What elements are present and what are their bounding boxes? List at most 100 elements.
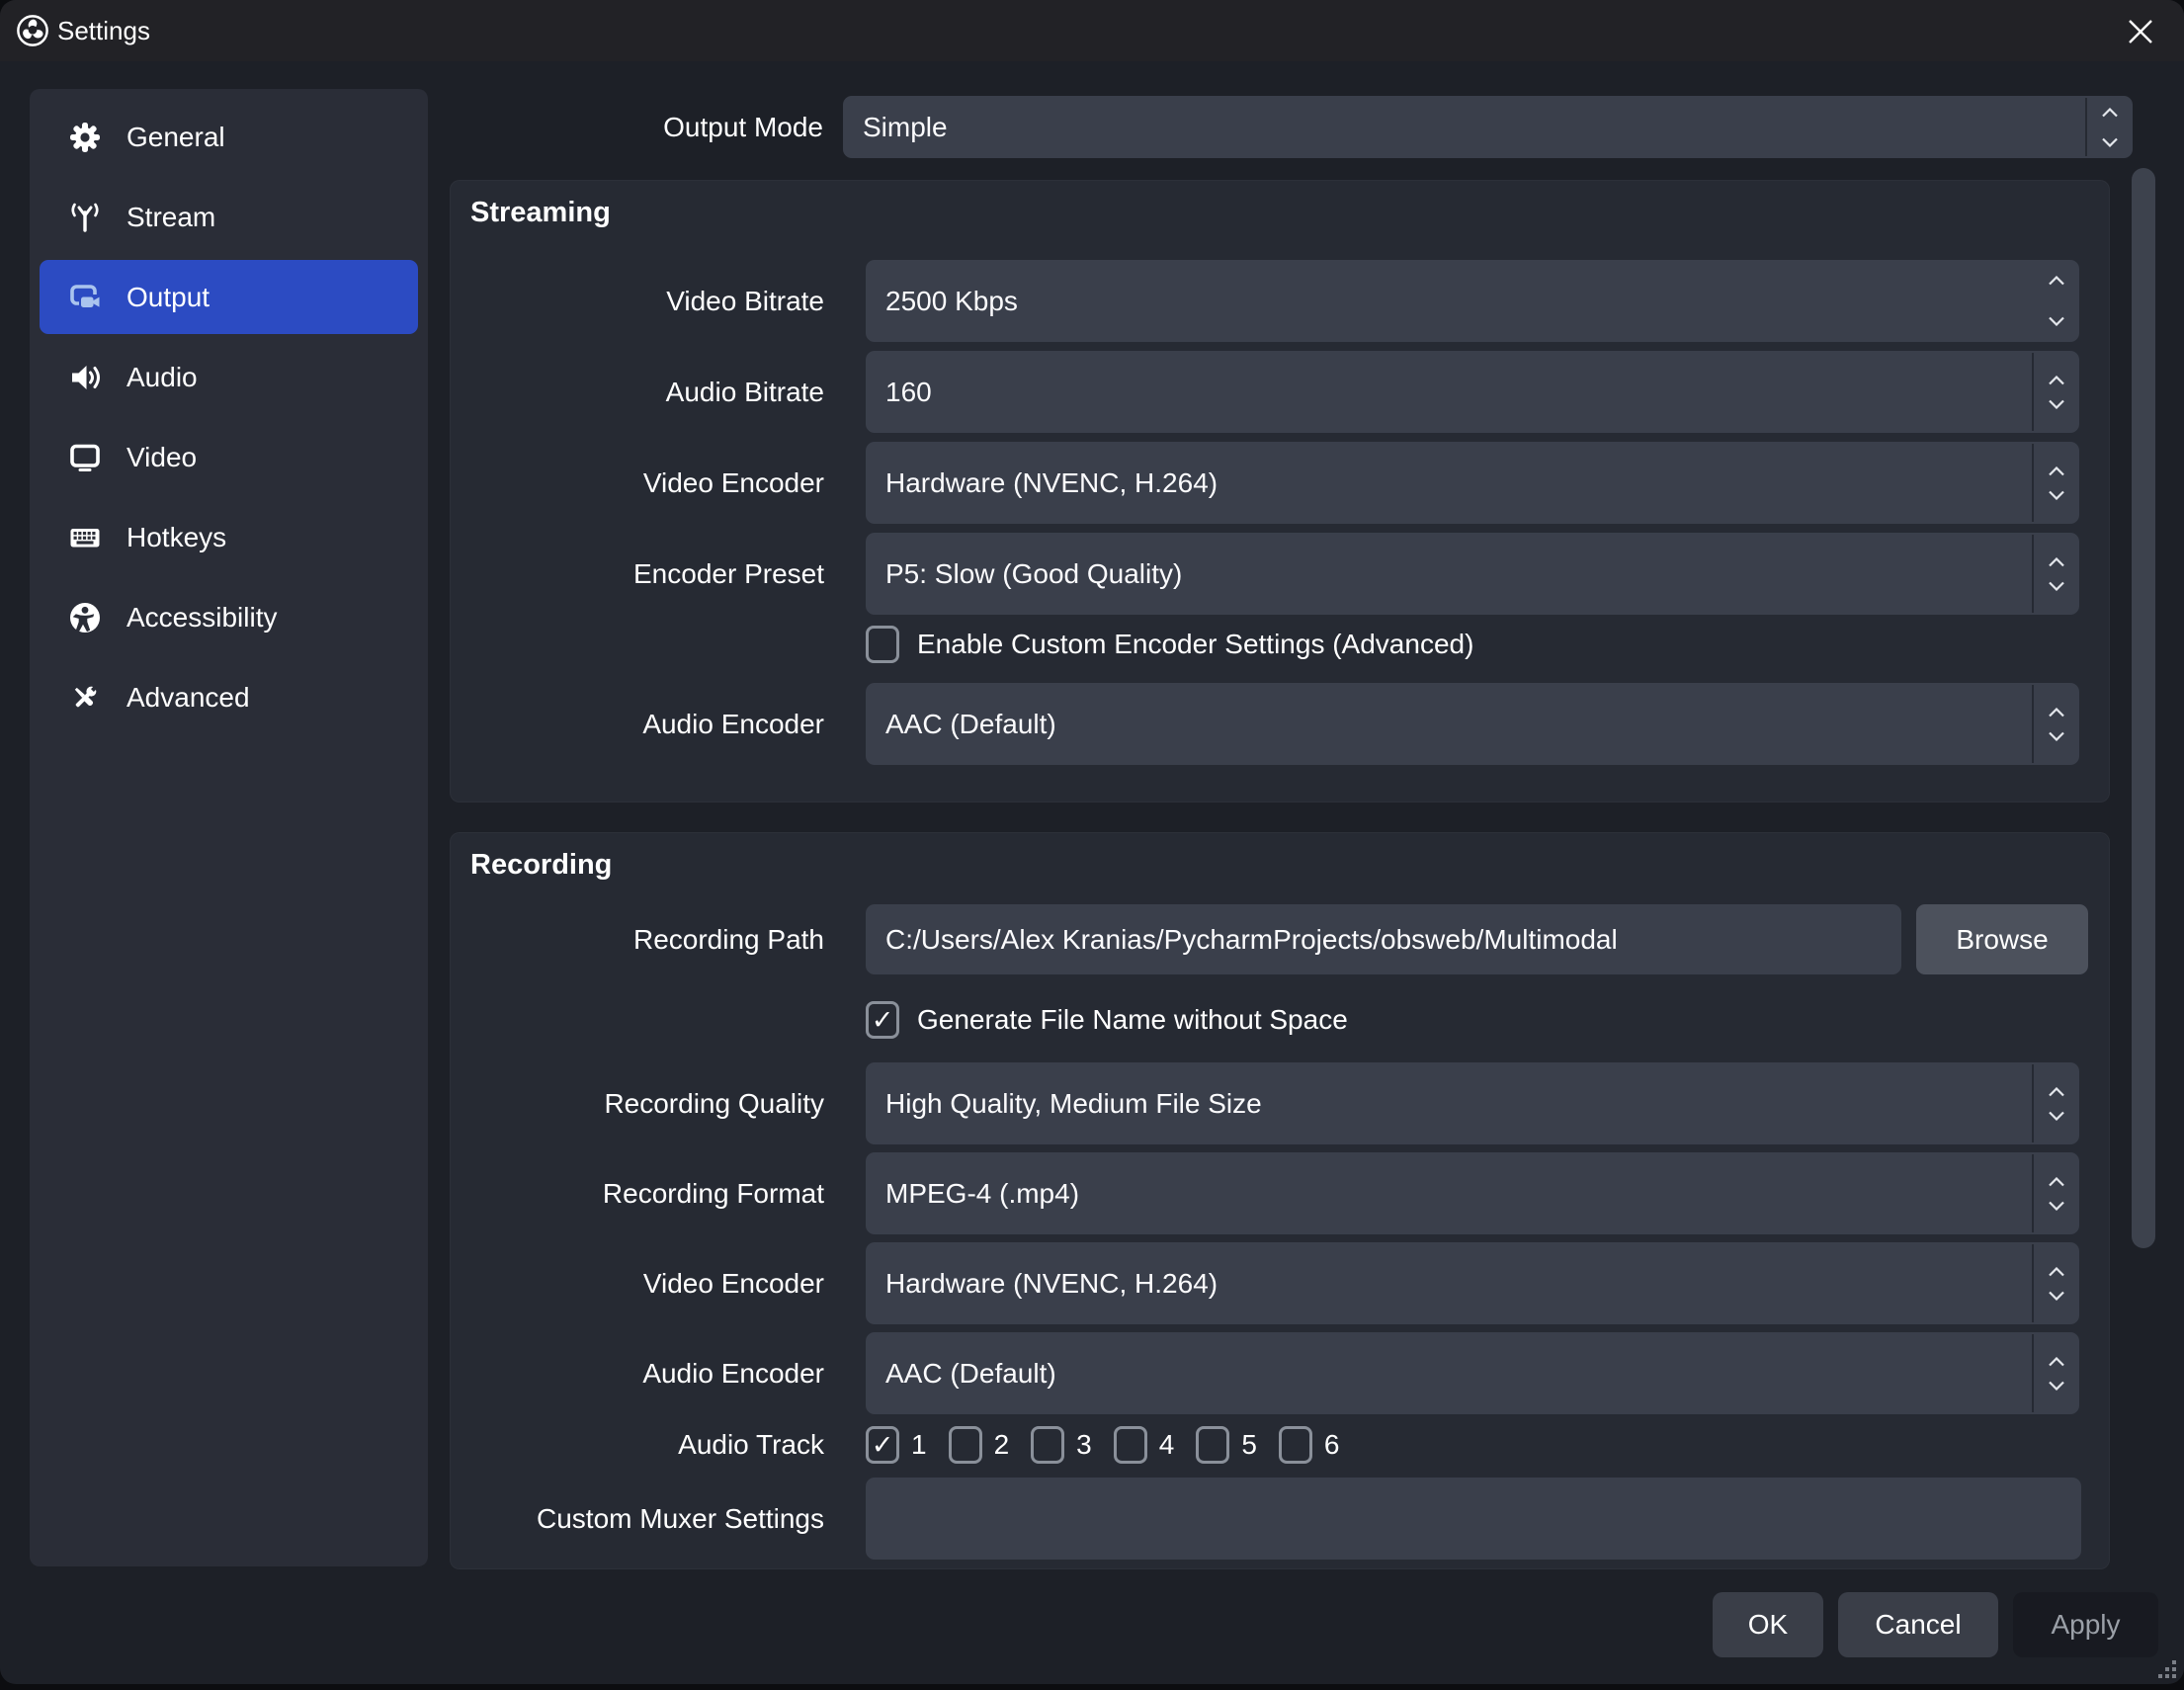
recording-quality-label: Recording Quality xyxy=(451,1062,846,1144)
chevron-down-icon xyxy=(2048,581,2065,591)
generate-filename-checkbox[interactable]: ✓ xyxy=(866,1001,899,1039)
audio-track-2-checkbox[interactable]: ✓ xyxy=(949,1426,982,1464)
sidebar-item-hotkeys[interactable]: Hotkeys xyxy=(40,500,418,574)
recording-format-value: MPEG-4 (.mp4) xyxy=(885,1178,1079,1210)
sidebar-item-audio[interactable]: Audio xyxy=(40,340,418,414)
chevron-down-icon xyxy=(2048,1381,2065,1391)
sidebar-item-label: Accessibility xyxy=(126,602,277,634)
chevron-down-icon xyxy=(2101,137,2119,147)
audio-bitrate-row: Audio Bitrate 160 xyxy=(451,351,2109,433)
monitor-icon xyxy=(67,440,103,475)
sidebar-item-label: Advanced xyxy=(126,682,250,714)
rec-audio-encoder-select[interactable]: AAC (Default) xyxy=(866,1332,2079,1414)
tools-icon xyxy=(67,680,103,716)
sidebar-item-label: Hotkeys xyxy=(126,522,226,553)
audio-track-label: Audio Track xyxy=(451,1424,846,1466)
sidebar-item-general[interactable]: General xyxy=(40,100,418,174)
output-mode-row: Output Mode Simple xyxy=(450,96,2133,158)
sidebar-item-output[interactable]: Output xyxy=(40,260,418,334)
recording-format-select[interactable]: MPEG-4 (.mp4) xyxy=(866,1152,2079,1234)
sidebar-item-label: Output xyxy=(126,282,210,313)
check-icon: ✓ xyxy=(872,1007,894,1034)
stream-video-encoder-select[interactable]: Hardware (NVENC, H.264) xyxy=(866,442,2079,524)
sidebar-item-video[interactable]: Video xyxy=(40,420,418,494)
rec-video-encoder-row: Video Encoder Hardware (NVENC, H.264) xyxy=(451,1242,2109,1324)
antenna-icon xyxy=(67,200,103,235)
resize-grip-icon[interactable] xyxy=(2158,1660,2178,1680)
close-button[interactable] xyxy=(2119,12,2162,51)
audio-track-number: 6 xyxy=(1324,1429,1340,1461)
custom-muxer-row: Custom Muxer Settings xyxy=(451,1478,2109,1560)
close-icon xyxy=(2128,19,2153,44)
recording-section: Recording Recording Path Browse ✓ Genera… xyxy=(450,832,2110,1569)
audio-track-5: ✓ 5 xyxy=(1196,1426,1257,1464)
browse-button[interactable]: Browse xyxy=(1916,904,2088,974)
audio-track-row: Audio Track ✓ 1 ✓ 2 ✓ 3 ✓ 4 xyxy=(451,1424,2109,1466)
audio-track-4-checkbox[interactable]: ✓ xyxy=(1114,1426,1147,1464)
recording-path-row: Recording Path Browse xyxy=(451,904,2109,974)
audio-bitrate-label: Audio Bitrate xyxy=(451,351,846,433)
audio-track-3: ✓ 3 xyxy=(1031,1426,1092,1464)
custom-muxer-label: Custom Muxer Settings xyxy=(451,1478,846,1560)
video-encoder-label: Video Encoder xyxy=(451,1242,846,1324)
audio-track-1: ✓ 1 xyxy=(866,1426,927,1464)
chevron-up-icon xyxy=(2048,1177,2065,1187)
video-bitrate-row: Video Bitrate 2500 Kbps xyxy=(451,260,2109,342)
streaming-header: Streaming xyxy=(470,197,611,229)
audio-track-number: 2 xyxy=(994,1429,1010,1461)
chevron-up-icon xyxy=(2048,557,2065,567)
encoder-preset-value: P5: Slow (Good Quality) xyxy=(885,558,1182,590)
sidebar: General Stream Out xyxy=(30,89,428,1566)
streaming-section: Streaming Video Bitrate 2500 Kbps Audio … xyxy=(450,180,2110,803)
video-encoder-value: Hardware (NVENC, H.264) xyxy=(885,1268,1218,1300)
audio-bitrate-spinner[interactable]: 160 xyxy=(866,351,2079,433)
custom-muxer-input[interactable] xyxy=(866,1478,2081,1560)
window-title: Settings xyxy=(57,16,150,46)
sidebar-item-label: Video xyxy=(126,442,197,473)
encoder-preset-row: Encoder Preset P5: Slow (Good Quality) xyxy=(451,533,2109,615)
output-display-icon xyxy=(67,280,103,315)
chevron-up-icon xyxy=(2048,1267,2065,1277)
vertical-scrollbar-thumb[interactable] xyxy=(2132,168,2155,1248)
recording-path-input[interactable] xyxy=(866,904,1901,974)
recording-quality-select[interactable]: High Quality, Medium File Size xyxy=(866,1062,2079,1144)
generate-filename-row: ✓ Generate File Name without Space xyxy=(866,999,2184,1041)
audio-track-5-checkbox[interactable]: ✓ xyxy=(1196,1426,1229,1464)
chevron-down-icon xyxy=(2048,1111,2065,1121)
speaker-icon xyxy=(67,360,103,395)
output-mode-label: Output Mode xyxy=(450,96,845,158)
output-mode-select[interactable]: Simple xyxy=(843,96,2133,158)
encoder-preset-select[interactable]: P5: Slow (Good Quality) xyxy=(866,533,2079,615)
apply-button[interactable]: Apply xyxy=(2013,1592,2158,1657)
sidebar-item-advanced[interactable]: Advanced xyxy=(40,660,418,734)
sidebar-item-stream[interactable]: Stream xyxy=(40,180,418,254)
audio-track-6-checkbox[interactable]: ✓ xyxy=(1279,1426,1312,1464)
gear-icon xyxy=(67,120,103,155)
chevron-up-icon xyxy=(2048,1357,2065,1367)
cancel-button[interactable]: Cancel xyxy=(1838,1592,1998,1657)
video-encoder-value: Hardware (NVENC, H.264) xyxy=(885,467,1218,499)
spin-up-icon xyxy=(2048,376,2065,385)
sidebar-item-label: General xyxy=(126,122,225,153)
rec-video-encoder-select[interactable]: Hardware (NVENC, H.264) xyxy=(866,1242,2079,1324)
spin-down-icon xyxy=(2048,316,2065,326)
encoder-preset-label: Encoder Preset xyxy=(451,533,846,615)
audio-track-3-checkbox[interactable]: ✓ xyxy=(1031,1426,1064,1464)
video-bitrate-spinner[interactable]: 2500 Kbps xyxy=(866,260,2079,342)
titlebar: Settings xyxy=(0,0,2184,61)
audio-track-number: 1 xyxy=(911,1429,927,1461)
sidebar-item-accessibility[interactable]: Accessibility xyxy=(40,580,418,654)
audio-track-1-checkbox[interactable]: ✓ xyxy=(866,1426,899,1464)
video-bitrate-value: 2500 Kbps xyxy=(885,286,1018,317)
spin-up-icon xyxy=(2048,276,2065,286)
recording-format-label: Recording Format xyxy=(451,1152,846,1234)
stream-video-encoder-row: Video Encoder Hardware (NVENC, H.264) xyxy=(451,442,2109,524)
audio-encoder-value: AAC (Default) xyxy=(885,709,1056,740)
rec-audio-encoder-row: Audio Encoder AAC (Default) xyxy=(451,1332,2109,1414)
recording-path-label: Recording Path xyxy=(451,904,846,974)
check-icon: ✓ xyxy=(872,1432,894,1459)
stream-audio-encoder-select[interactable]: AAC (Default) xyxy=(866,683,2079,765)
custom-encoder-settings-checkbox[interactable]: ✓ xyxy=(866,626,899,663)
ok-button[interactable]: OK xyxy=(1713,1592,1823,1657)
chevron-down-icon xyxy=(2048,731,2065,741)
